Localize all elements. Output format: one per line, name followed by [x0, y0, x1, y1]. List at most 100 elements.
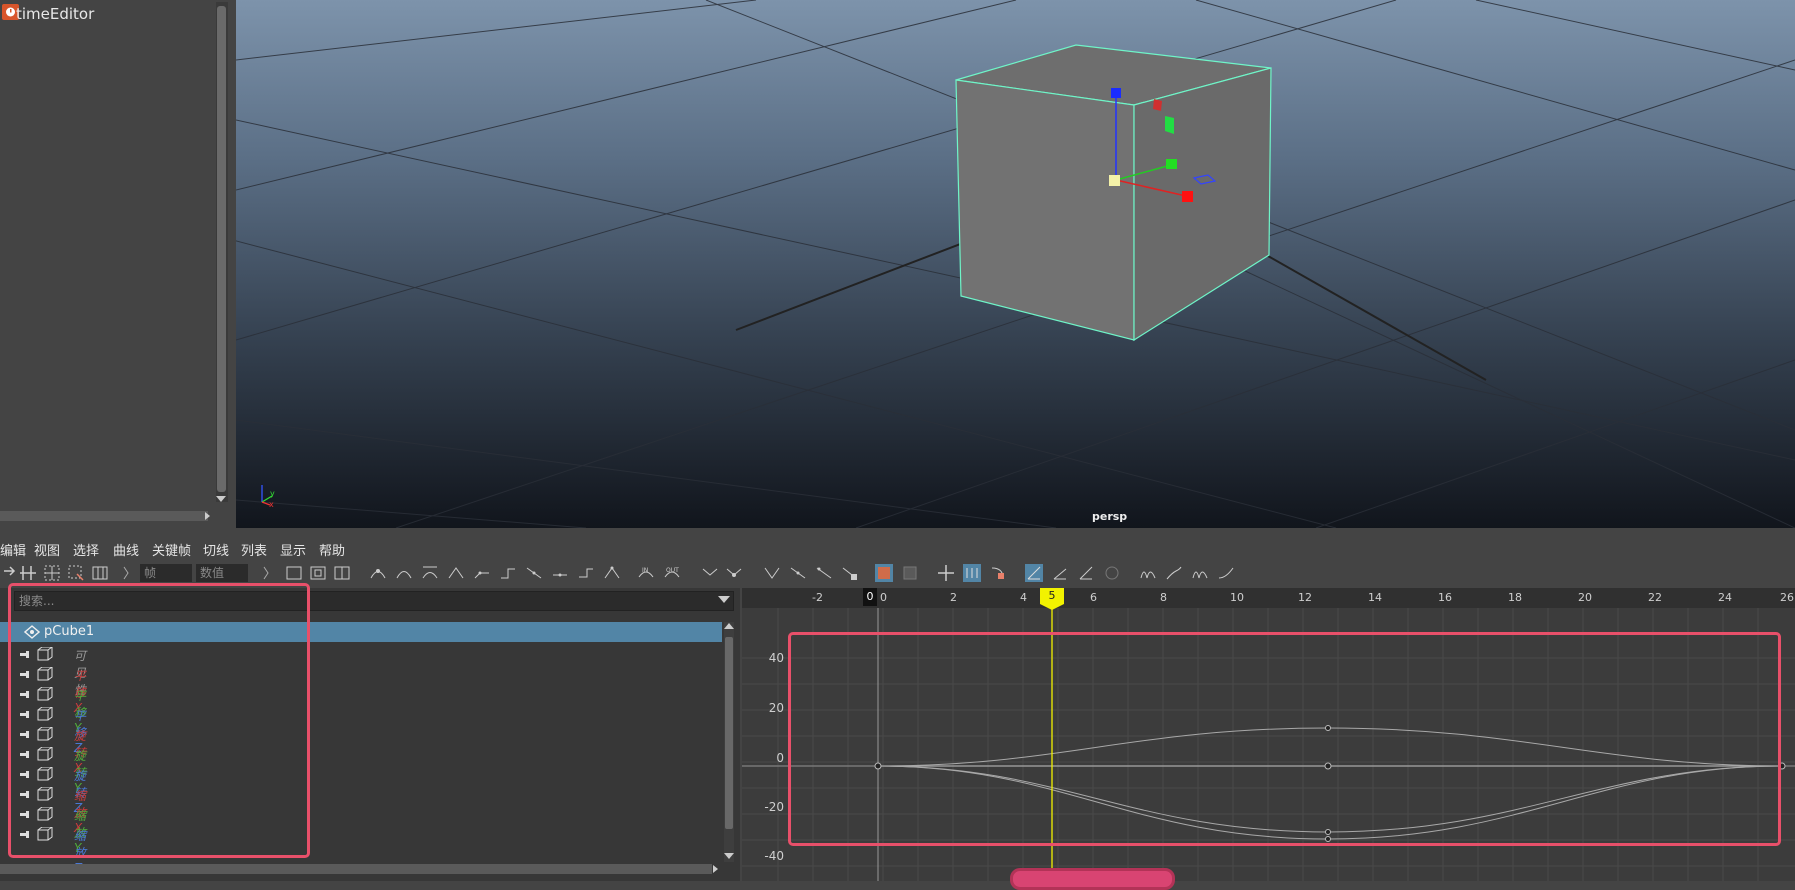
frame-field[interactable]: 帧: [140, 564, 192, 582]
clamped-tangent-icon[interactable]: [420, 563, 440, 583]
swap-buffer-icon[interactable]: OUT: [662, 563, 682, 583]
cycle-offset-icon[interactable]: [1164, 563, 1184, 583]
outliner-scroll-thumb[interactable]: [725, 637, 733, 829]
value-field[interactable]: 数值: [196, 564, 248, 582]
current-frame-pointer-icon: [1040, 604, 1064, 610]
menu-show[interactable]: 显示: [280, 540, 306, 559]
pre-infinity-icon[interactable]: [1102, 563, 1122, 583]
ruler-tick-label: 24: [1718, 591, 1732, 604]
manipulator-y-handle[interactable]: [1166, 159, 1177, 169]
y-axis-label: 40: [768, 651, 784, 665]
stacked-curves-icon[interactable]: [1076, 563, 1096, 583]
y-axis-label: 0: [776, 751, 784, 765]
ruler-tick-label: 0: [880, 591, 887, 604]
camera-label: persp: [1092, 510, 1128, 523]
y-axis-label: 20: [768, 701, 784, 715]
time-editor-title: timeEditor: [16, 5, 95, 23]
oscillate-icon[interactable]: [1190, 563, 1210, 583]
ruler-tick-label: 8: [1160, 591, 1167, 604]
viewport-scene: y x: [236, 0, 1795, 528]
menu-tangents[interactable]: 切线: [203, 540, 229, 559]
ruler-tick-label: 18: [1508, 591, 1522, 604]
scroll-right-arrow-icon[interactable]: [713, 865, 718, 873]
cycle-icon[interactable]: [1138, 563, 1158, 583]
manipulator-plane-handle[interactable]: [1165, 116, 1174, 134]
menubar: 编辑 视图 选择 曲线 关键帧 切线 列表 显示 帮助: [0, 537, 1795, 559]
tangent-step-next-icon[interactable]: [576, 563, 596, 583]
load-selected-icon[interactable]: [900, 563, 920, 583]
ruler-tick-label: -2: [812, 591, 823, 604]
highlight-graph-box: [788, 632, 1781, 846]
record-button[interactable]: [1010, 868, 1175, 890]
ruler-tick-label: 26: [1780, 591, 1794, 604]
lock-icon[interactable]: [840, 563, 860, 583]
weighted-tangent-icon[interactable]: [814, 563, 834, 583]
ruler-tick-label: 10: [1230, 591, 1244, 604]
normalize-icon[interactable]: [1024, 563, 1044, 583]
unify-tangents-icon[interactable]: [724, 563, 744, 583]
frame-all-icon[interactable]: [284, 563, 304, 583]
manipulator-x-handle[interactable]: [1182, 191, 1193, 202]
free-tangent-weight-icon[interactable]: [762, 563, 782, 583]
manipulator-center-handle[interactable]: [1109, 175, 1120, 186]
region-tool-icon[interactable]: [66, 563, 86, 583]
manipulator-z-handle[interactable]: [1111, 88, 1121, 98]
plateau-tangent-icon[interactable]: [524, 563, 544, 583]
menu-keys[interactable]: 关键帧: [152, 540, 191, 559]
time-ruler[interactable]: [742, 588, 1795, 608]
buffer-curve-icon[interactable]: IN: [636, 563, 656, 583]
step-tangent-icon[interactable]: [498, 563, 518, 583]
ruler-tick-label: 20: [1578, 591, 1592, 604]
move-tool-icon[interactable]: [936, 563, 956, 583]
left-panel-hscrollbar[interactable]: [0, 511, 208, 521]
y-axis-label: -20: [764, 800, 784, 814]
highlight-outliner-box: [8, 583, 310, 858]
ruler-tick-label: 2: [950, 591, 957, 604]
scroll-down-arrow-icon[interactable]: [216, 496, 226, 502]
auto-tangent-icon[interactable]: [368, 563, 388, 583]
separator-icon: [123, 566, 129, 580]
menu-list[interactable]: 列表: [241, 540, 267, 559]
menu-select[interactable]: 选择: [73, 540, 99, 559]
time-snap-icon[interactable]: [962, 563, 982, 583]
tangent-flat-icon[interactable]: [550, 563, 570, 583]
tangent-fixed-icon[interactable]: [602, 563, 622, 583]
frame-selection-icon[interactable]: [308, 563, 328, 583]
cube-front-face[interactable]: [955, 79, 1135, 341]
auto-load-icon[interactable]: [874, 563, 894, 583]
outliner-hscrollbar[interactable]: [0, 864, 712, 874]
manipulator-plane-handle[interactable]: [1153, 99, 1162, 111]
insert-key-icon[interactable]: [18, 563, 38, 583]
menu-curves[interactable]: 曲线: [113, 540, 139, 559]
post-infinity-icon[interactable]: [1216, 563, 1236, 583]
frame-playback-range-icon[interactable]: [332, 563, 352, 583]
viewport-persp[interactable]: y x: [236, 0, 1795, 528]
svg-text:y: y: [270, 489, 275, 498]
ruler-tick-label: 14: [1368, 591, 1382, 604]
separator-icon: [263, 566, 269, 580]
linear-tangent-icon[interactable]: [446, 563, 466, 583]
ruler-tick-label: 16: [1438, 591, 1452, 604]
menu-edit[interactable]: 编辑: [0, 540, 26, 559]
break-tangents-icon[interactable]: [700, 563, 720, 583]
time-editor-panel: [0, 0, 235, 530]
left-panel-scroll-thumb[interactable]: [217, 6, 226, 492]
search-dropdown-icon[interactable]: [718, 596, 730, 603]
value-snap-icon[interactable]: [988, 563, 1008, 583]
scroll-up-arrow-icon[interactable]: [724, 623, 734, 629]
current-frame-marker[interactable]: 5: [1040, 588, 1064, 604]
retime-tool-icon[interactable]: [90, 563, 110, 583]
menu-view[interactable]: 视图: [34, 540, 60, 559]
lock-tangent-weight-icon[interactable]: [788, 563, 808, 583]
flat-tangent-icon[interactable]: [472, 563, 492, 583]
y-axis-label: -40: [764, 849, 784, 863]
scroll-down-arrow-icon[interactable]: [724, 853, 734, 859]
spline-tangent-icon[interactable]: [394, 563, 414, 583]
menu-help[interactable]: 帮助: [319, 540, 345, 559]
start-frame-marker[interactable]: 0: [863, 588, 877, 606]
denormalize-icon[interactable]: [1050, 563, 1070, 583]
lattice-deform-icon[interactable]: [42, 563, 62, 583]
scroll-right-arrow-icon[interactable]: [205, 512, 210, 520]
ruler-tick-label: 4: [1020, 591, 1027, 604]
svg-text:OUT: OUT: [666, 567, 679, 574]
